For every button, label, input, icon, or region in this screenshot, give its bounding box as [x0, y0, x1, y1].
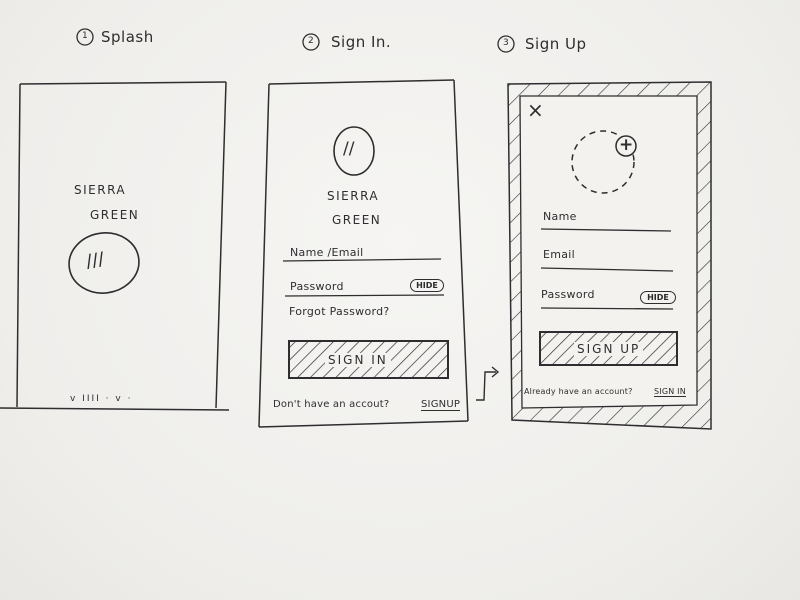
signin-password-underline — [284, 294, 445, 297]
signin-logo-icon: // — [343, 139, 355, 159]
add-photo-icon[interactable]: + — [619, 135, 633, 155]
signup-name-field[interactable]: Name — [543, 210, 577, 223]
screen-1-title: Splash — [101, 28, 154, 46]
signin-forgot-link[interactable]: Forgot Password? — [289, 305, 390, 318]
signup-frame — [507, 81, 712, 430]
signup-button[interactable]: SIGN UP — [574, 342, 644, 356]
signin-signup-link[interactable]: SIGNUP — [421, 399, 461, 411]
splash-frame — [0, 81, 230, 411]
signin-footer-text: Don't have an accout? — [273, 399, 390, 410]
signup-hide-button[interactable]: HIDE — [640, 291, 676, 304]
signup-footer-text: Already have an account? — [524, 387, 633, 396]
splash-brand-line2: GREEN — [90, 208, 140, 222]
screen-3-title: Sign Up — [525, 35, 587, 53]
signup-password-field[interactable]: Password — [541, 288, 595, 301]
splash-footer: v IIII · v · — [70, 394, 133, 404]
signup-email-field[interactable]: Email — [543, 248, 575, 261]
screen-2-title: Sign In. — [331, 33, 392, 51]
sketch-linework — [0, 28, 712, 430]
signin-brand-line1: SIERRA — [327, 189, 380, 203]
screen-1-number: 1 — [82, 31, 88, 41]
signin-name-underline — [282, 258, 442, 262]
signin-password-field[interactable]: Password — [290, 280, 344, 293]
close-icon[interactable]: × — [527, 98, 544, 122]
signin-hide-button[interactable]: HIDE — [410, 279, 444, 292]
splash-logo-icon: /// — [84, 248, 106, 273]
signin-brand-line2: GREEN — [332, 213, 382, 227]
signup-signin-link[interactable]: SIGN IN — [654, 387, 686, 397]
signin-name-field[interactable]: Name /Email — [290, 246, 363, 259]
splash-brand-line1: SIERRA — [74, 183, 127, 197]
screen-3-number: 3 — [503, 38, 509, 48]
screen-2-number: 2 — [308, 36, 314, 46]
signin-button[interactable]: SIGN IN — [325, 353, 391, 367]
